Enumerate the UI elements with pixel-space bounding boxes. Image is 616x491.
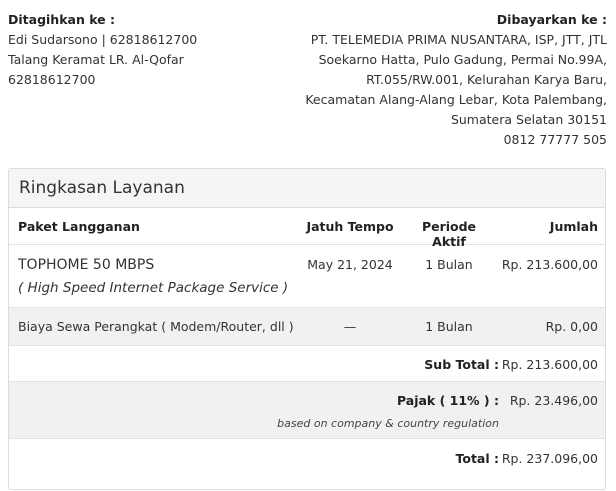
pay-to-address-line: RT.055/RW.001, Kelurahan Karya Baru,: [366, 72, 607, 87]
total-value: Rp. 237.096,00: [501, 451, 598, 466]
tax-label: Pajak ( 11% ) :: [396, 393, 499, 408]
pay-to-address-line: Sumatera Selatan 30151: [450, 112, 607, 127]
pay-to-section: Dibayarkan ke : PT. TELEMEDIA PRIMA NUSA…: [305, 10, 607, 150]
bill-to-name: Edi Sudarsono | 62818612700: [8, 32, 198, 47]
pay-to-address-line: Soekarno Hatta, Pulo Gadung, Permai No.9…: [318, 52, 607, 67]
amount: Rp. 213.600,00: [501, 257, 598, 272]
column-header-due-date: Jatuh Tempo: [306, 219, 394, 234]
subtotal-row: Sub Total : Rp. 213.600,00: [9, 346, 605, 382]
panel-title: Ringkasan Layanan: [9, 169, 605, 208]
tax-value: Rp. 23.496,00: [509, 393, 598, 408]
pay-to-address-line: Kecamatan Alang-Alang Lebar, Kota Palemb…: [305, 92, 607, 107]
total-row: Total : Rp. 237.096,00: [9, 439, 605, 479]
subtotal-value: Rp. 213.600,00: [501, 357, 598, 372]
subtotal-label: Sub Total :: [424, 357, 499, 372]
table-row: TOPHOME 50 MBPS ( High Speed Internet Pa…: [9, 245, 605, 308]
column-header-amount: Jumlah: [549, 219, 598, 234]
due-date: —: [343, 319, 357, 334]
pay-to-phone: 0812 77777 505: [503, 132, 607, 147]
active-period: 1 Bulan: [425, 257, 473, 272]
pay-to-label: Dibayarkan ke :: [496, 12, 607, 27]
due-date: May 21, 2024: [307, 257, 393, 272]
bill-to-label: Ditagihkan ke :: [8, 12, 116, 27]
device-rental-name: Biaya Sewa Perangkat ( Modem/Router, dll…: [18, 319, 294, 334]
tax-row: Pajak ( 11% ) : based on company & count…: [9, 382, 605, 439]
table-row: Biaya Sewa Perangkat ( Modem/Router, dll…: [9, 308, 605, 346]
amount: Rp. 0,00: [545, 319, 598, 334]
active-period: 1 Bulan: [425, 319, 473, 334]
service-summary-panel: Ringkasan Layanan Paket Langganan Jatuh …: [8, 168, 606, 490]
total-label: Total :: [455, 451, 500, 466]
bill-to-address: Talang Keramat LR. Al-Qofar: [8, 52, 184, 67]
pay-to-company: PT. TELEMEDIA PRIMA NUSANTARA, ISP, JTT,…: [310, 32, 607, 47]
package-name: TOPHOME 50 MBPS: [18, 257, 155, 273]
column-header-package: Paket Langganan: [18, 219, 140, 234]
bill-to-phone: 62818612700: [8, 72, 96, 87]
tax-note: based on company & country regulation: [277, 417, 499, 430]
package-description: ( High Speed Internet Package Service ): [18, 280, 289, 296]
bill-to-section: Ditagihkan ke : Edi Sudarsono | 62818612…: [8, 10, 197, 90]
table-header-row: Paket Langganan Jatuh Tempo Periode Akti…: [9, 208, 605, 249]
